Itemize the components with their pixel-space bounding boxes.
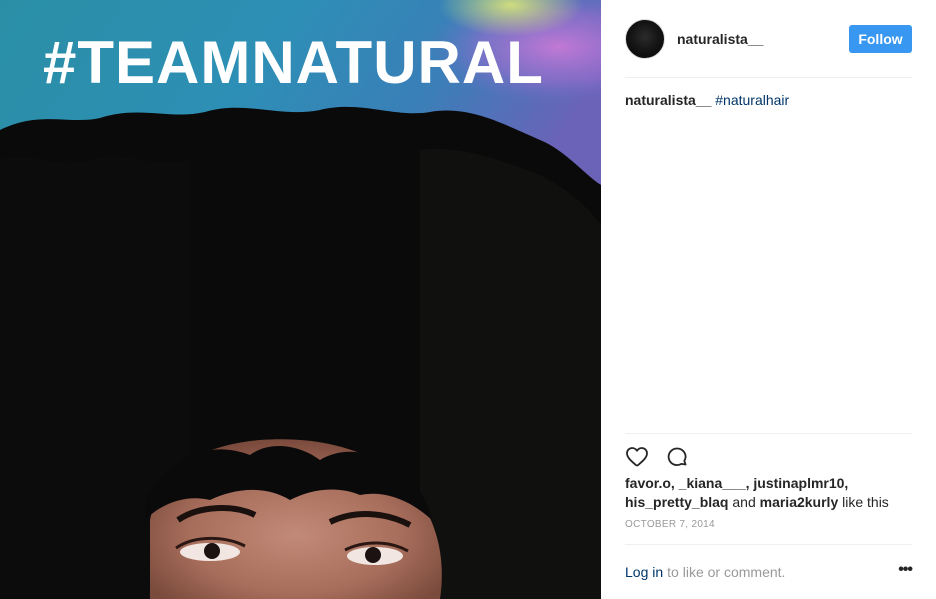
likers-list[interactable]: favor.o, _kiana___, justinaplmr10, bbox=[625, 475, 848, 491]
likes-suffix: like this bbox=[842, 494, 889, 510]
heart-icon[interactable] bbox=[625, 445, 649, 469]
post-sidebar: naturalista__ Follow naturalista__ #natu… bbox=[601, 0, 936, 599]
login-prompt: Log in to like or comment. ••• bbox=[625, 544, 913, 599]
follow-button[interactable]: Follow bbox=[849, 24, 912, 53]
comments-section: naturalista__ #naturalhair bbox=[625, 78, 912, 433]
username-link[interactable]: naturalista__ bbox=[677, 31, 849, 47]
comment-icon[interactable] bbox=[665, 445, 689, 469]
liker-name[interactable]: his_pretty_blaq bbox=[625, 494, 728, 510]
more-options-icon[interactable]: ••• bbox=[898, 561, 913, 583]
login-prompt-text: to like or comment. bbox=[667, 564, 786, 580]
photo-overlay-text: #TEAMNATURAL bbox=[43, 29, 544, 96]
liker-name[interactable]: maria2kurly bbox=[760, 494, 839, 510]
login-link[interactable]: Log in bbox=[625, 564, 663, 580]
avatar[interactable] bbox=[625, 18, 665, 59]
post-date[interactable]: OCTOBER 7, 2014 bbox=[625, 519, 912, 539]
likes-and-text: and bbox=[732, 494, 756, 510]
post-header: naturalista__ Follow bbox=[625, 0, 912, 78]
hashtag-link[interactable]: #naturalhair bbox=[715, 92, 789, 108]
likes-summary: favor.o, _kiana___, justinaplmr10, his_p… bbox=[625, 474, 912, 512]
post-footer: favor.o, _kiana___, justinaplmr10, his_p… bbox=[625, 433, 913, 599]
post-photo[interactable]: #TEAMNATURAL bbox=[0, 0, 601, 599]
instagram-post: #TEAMNATURAL naturalista__ Follow natura… bbox=[0, 0, 936, 599]
caption-author[interactable]: naturalista__ bbox=[625, 92, 711, 108]
